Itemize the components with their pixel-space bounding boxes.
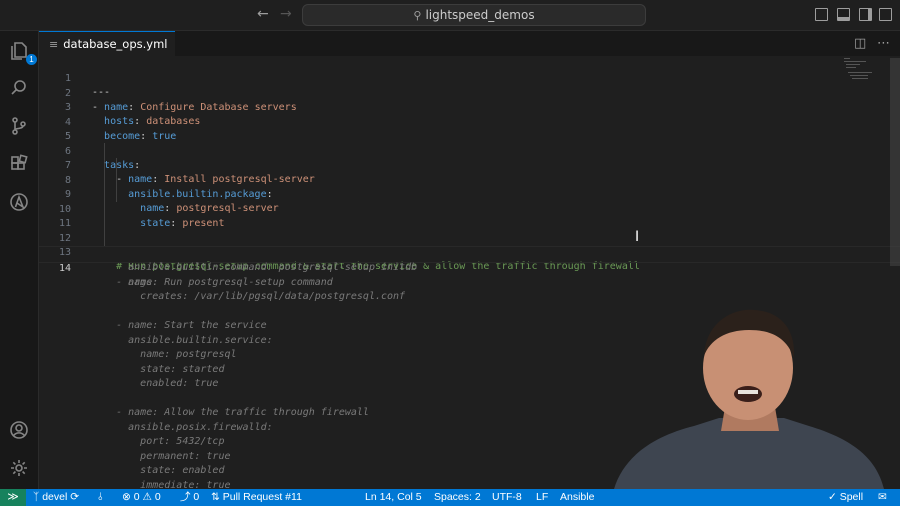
more-actions-icon[interactable]: ⋯ (877, 36, 890, 51)
ports-indicator[interactable]: ⤴ 0 (180, 489, 199, 506)
suggestion-line: creates: /var/lib/pgsql/data/postgresql.… (140, 291, 406, 302)
yaml-file-icon: ≡ (49, 37, 59, 51)
toggle-secondary-sidebar-icon[interactable] (859, 8, 872, 21)
split-editor-icon[interactable]: ◫ (854, 36, 866, 51)
search-icon[interactable] (6, 75, 32, 101)
extensions-icon[interactable] (6, 151, 32, 177)
explorer-badge: 1 (26, 54, 37, 65)
code-line-12: 12 (58, 232, 71, 244)
language-mode[interactable]: Ansible (560, 489, 594, 506)
status-bar: ≫ ᛉ devel ⟳ ⫰ ⊗ 0 ⚠ 0 ⤴ 0 ⇅ Pull Request… (0, 489, 900, 506)
error-icon: ⊗ (122, 491, 131, 503)
remote-indicator-icon[interactable]: ≫ (0, 489, 26, 506)
spell-check[interactable]: ✓ Spell (828, 489, 863, 506)
command-center-search[interactable]: ⚲ lightspeed_demos (302, 4, 646, 26)
code-line-7: 7 - name: Install postgresql-server (64, 159, 315, 186)
encoding[interactable]: UTF-8 (492, 489, 522, 506)
code-line-11: 11 (58, 217, 71, 229)
pull-request-indicator[interactable]: ⇅ Pull Request #11 (211, 489, 302, 506)
cursor-position[interactable]: Ln 14, Col 5 (365, 489, 422, 506)
toggle-primary-sidebar-icon[interactable] (815, 8, 828, 21)
forward-arrow-icon[interactable]: → (280, 6, 292, 22)
sync-icon: ⟳ (70, 491, 80, 503)
source-control-icon[interactable] (6, 113, 32, 139)
customize-layout-icon[interactable] (879, 8, 892, 21)
code-line-1: 1 --- (64, 72, 111, 99)
ansible-icon[interactable] (6, 189, 32, 215)
accounts-icon[interactable] (6, 417, 32, 443)
back-arrow-icon[interactable]: ← (257, 6, 269, 22)
workspace-name: lightspeed_demos (425, 8, 535, 22)
code-line-10: 10 state: present (58, 203, 225, 230)
code-line-5: 5 (64, 130, 71, 142)
search-icon: ⚲ (413, 8, 422, 22)
code-line-6: 6 tasks: (64, 145, 141, 172)
code-line-3: 3 hosts: databases (64, 101, 201, 128)
title-bar: ← → ⚲ lightspeed_demos (0, 0, 900, 31)
code-line-13: 13 # Run postgresql-setup command & star… (58, 246, 640, 273)
indentation[interactable]: Spaces: 2 (434, 489, 481, 506)
notifications-bell-icon[interactable]: ✉ (878, 489, 887, 506)
code-line-8: 8 ansible.builtin.package: (64, 174, 273, 201)
check-icon: ✓ (828, 491, 840, 503)
git-graph-icon[interactable]: ⫰ (98, 489, 103, 506)
text-cursor-icon: Ⅰ (635, 229, 640, 245)
minimap[interactable] (844, 56, 886, 86)
ports-icon: ⤴ (180, 491, 191, 503)
tab-filename: database_ops.yml (63, 37, 168, 51)
branch-icon: ᛉ (33, 491, 43, 503)
editor-tab-bar: ≡ database_ops.yml ◫ ⋯ (39, 31, 900, 56)
problems-indicator[interactable]: ⊗ 0 ⚠ 0 (122, 489, 161, 506)
suggestion-line: args: (128, 277, 159, 288)
tab-database-ops[interactable]: ≡ database_ops.yml (39, 31, 175, 56)
code-line-4: 4 become: true (64, 116, 177, 143)
toggle-panel-icon[interactable] (837, 8, 850, 21)
explorer-icon[interactable]: 1 (6, 37, 37, 65)
suggestion-line: ansible.builtin.command: postgresql-setu… (128, 262, 418, 273)
vertical-scrollbar[interactable] (890, 58, 900, 266)
pull-request-icon: ⇅ (211, 491, 220, 503)
code-line-9: 9 name: postgresql-server (64, 188, 279, 215)
code-line-2: 2 - name: Configure Database servers (64, 87, 297, 114)
end-of-line[interactable]: LF (536, 489, 548, 506)
settings-gear-icon[interactable] (6, 455, 32, 481)
branch-indicator[interactable]: ᛉ devel ⟳ (33, 489, 79, 506)
code-editor[interactable]: 1 --- 2 - name: Configure Database serve… (39, 56, 900, 489)
presenter-webcam-overlay (614, 309, 884, 489)
activity-bar: 1 (0, 31, 39, 489)
